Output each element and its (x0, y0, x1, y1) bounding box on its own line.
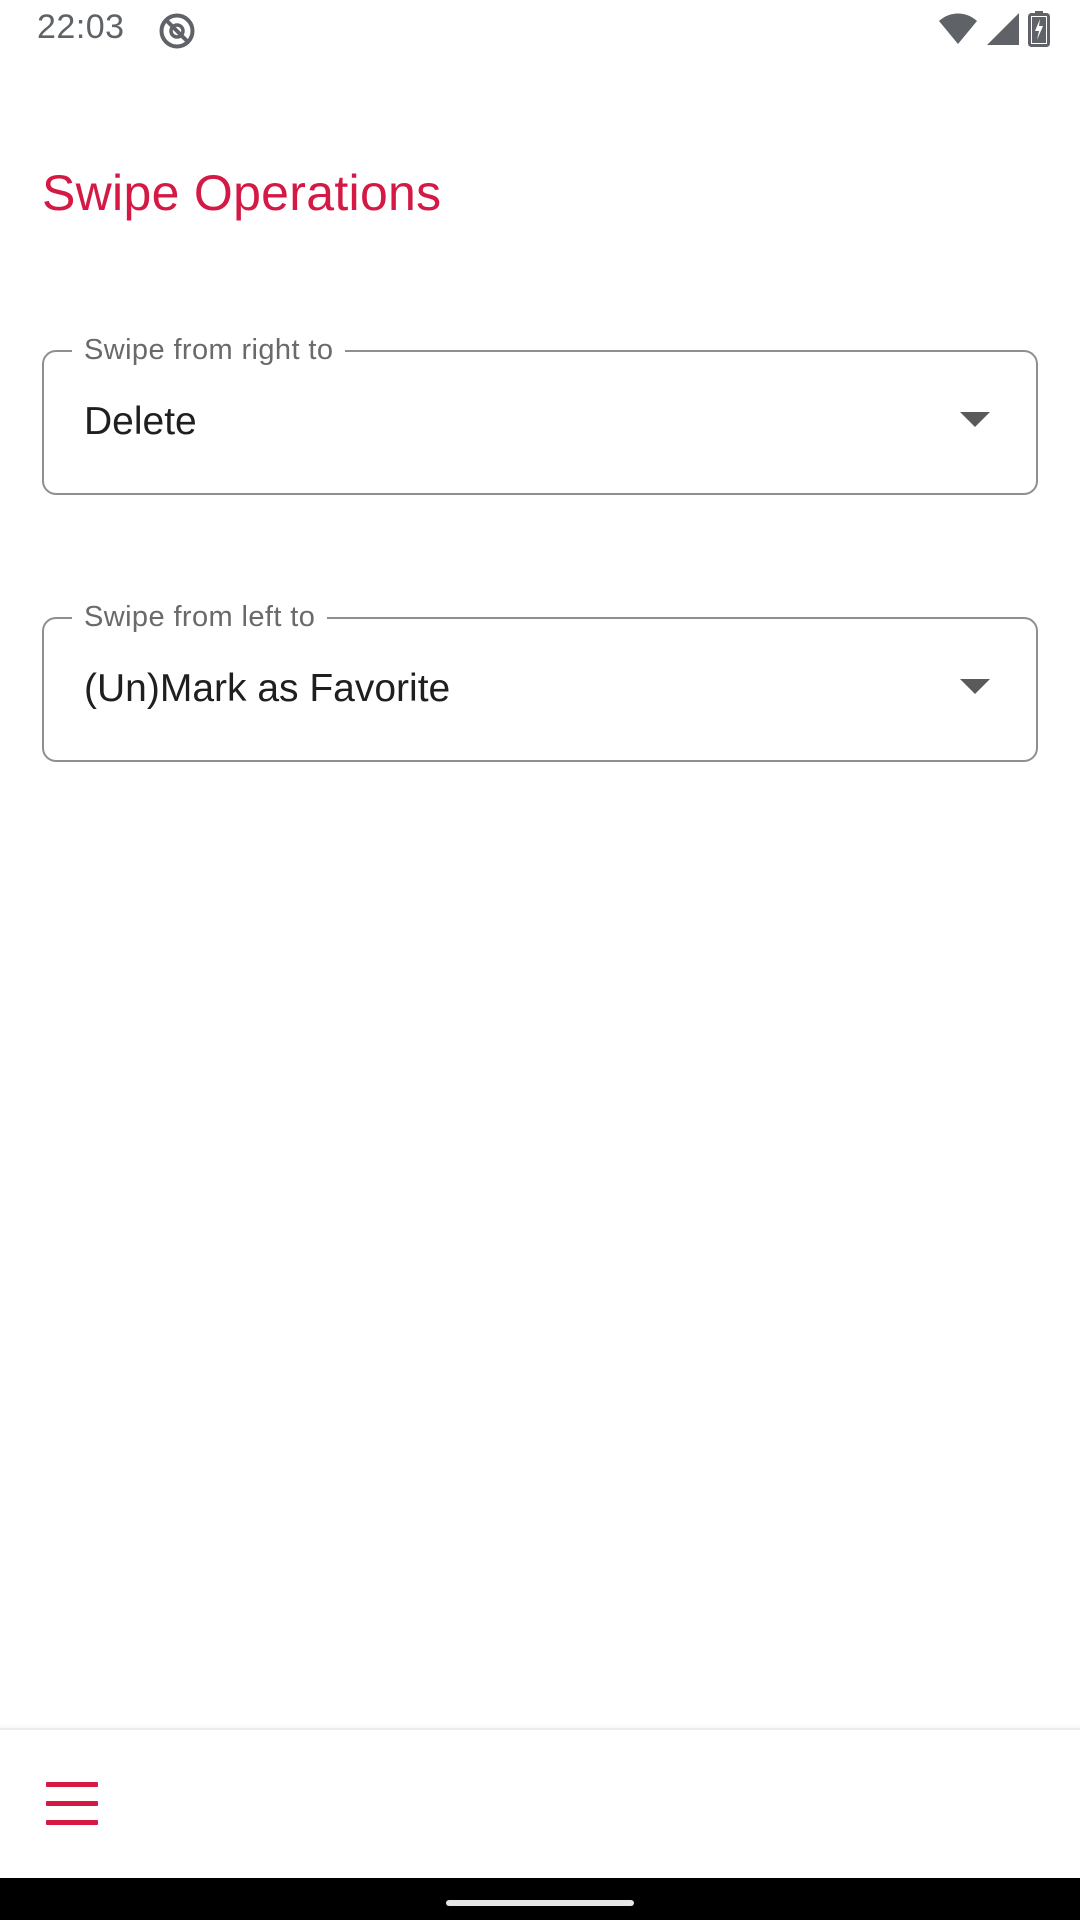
status-time: 22:03 (37, 8, 125, 46)
wifi-icon (938, 12, 978, 51)
status-bar: 22:03 (0, 0, 1080, 62)
swipe-right-value: Delete (84, 400, 197, 443)
page-title: Swipe Operations (42, 165, 442, 221)
menu-icon (44, 1780, 100, 1833)
do-not-disturb-icon (158, 12, 196, 50)
swipe-left-label: Swipe from left to (72, 595, 328, 639)
swipe-left-value: (Un)Mark as Favorite (84, 667, 451, 710)
menu-button[interactable] (36, 1770, 108, 1842)
home-gesture-handle[interactable] (446, 1900, 634, 1906)
bottom-app-bar (0, 1728, 1080, 1880)
screen: 22:03 Swipe Operations Swipe from right … (0, 0, 1080, 1920)
dropdown-arrow-icon (960, 679, 990, 694)
swipe-right-label: Swipe from right to (72, 328, 346, 372)
system-navigation-bar (0, 1878, 1080, 1920)
battery-charging-icon (1028, 10, 1050, 52)
dropdown-arrow-icon (960, 412, 990, 427)
swipe-right-dropdown[interactable]: Swipe from right to Delete (42, 328, 1038, 495)
swipe-left-dropdown[interactable]: Swipe from left to (Un)Mark as Favorite (42, 595, 1038, 762)
cellular-signal-icon (986, 12, 1020, 51)
status-icons (938, 10, 1050, 52)
